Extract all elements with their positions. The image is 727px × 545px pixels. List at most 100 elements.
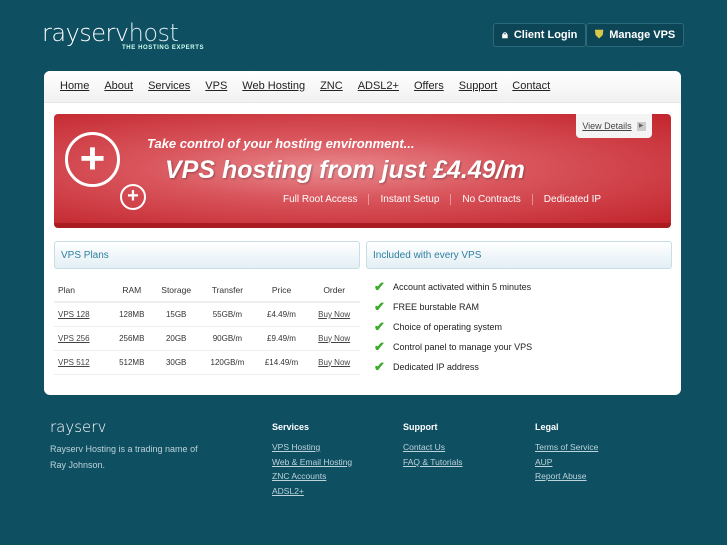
list-item-label: Dedicated IP address <box>393 362 479 372</box>
nav-adsl2-[interactable]: ADSL2+ <box>358 80 399 102</box>
logo-accent: host <box>128 19 179 47</box>
check-icon: ✔ <box>374 359 385 374</box>
plan-link[interactable]: VPS 512 <box>58 358 90 367</box>
footer-support: Support Contact Us FAQ & Tutorials <box>403 422 463 469</box>
plan-link[interactable]: VPS 256 <box>58 334 90 343</box>
footer-link[interactable]: FAQ & Tutorials <box>403 455 463 470</box>
footer-heading: Legal <box>535 422 559 432</box>
footer-description: Rayserv Hosting is a trading name of Ray… <box>50 444 198 470</box>
logo[interactable]: rayservhost THE HOSTING EXPERTS <box>42 19 203 51</box>
nav-vps[interactable]: VPS <box>205 80 227 102</box>
list-item-label: FREE burstable RAM <box>393 302 480 312</box>
list-item: ✔ Account activated within 5 minutes <box>374 277 532 297</box>
column-header: Order <box>308 278 360 303</box>
footer-services: Services VPS Hosting Web & Email Hosting ZN… <box>272 422 352 498</box>
main-nav: Home About Services VPS Web Hosting ZNC ADSL2+… <box>44 71 681 103</box>
footer-link[interactable]: Contact Us <box>403 440 463 455</box>
table-cell: Buy Now <box>308 350 360 375</box>
shield-icon: ⛊ <box>595 28 604 41</box>
banner-features: Full Root Access Instant Setup No Contra… <box>272 194 612 205</box>
plans-table: Plan RAM Storage Transfer Price Order VPS 128 1… <box>54 278 360 375</box>
manage-vps-label: Manage VPS <box>609 29 676 41</box>
nav-services[interactable]: Services <box>148 80 190 102</box>
cell-value: 120GB/m <box>210 357 245 367</box>
cell-value: £9.49/m <box>267 333 296 343</box>
list-item: ✔ Choice of operating system <box>374 317 532 337</box>
client-login-label: Client Login <box>513 29 578 41</box>
buy-now-link[interactable]: Buy Now <box>318 310 350 319</box>
lock-icon: 🔒︎ <box>502 28 508 41</box>
footer-logo: rayserv <box>50 418 107 436</box>
table-row: VPS 256 256MB 20GB 90GB/m £9.49/m Buy Now <box>54 326 360 351</box>
footer-link[interactable]: AUP <box>535 455 598 470</box>
column-header: Storage <box>152 278 201 303</box>
cell-value: 15GB <box>165 309 187 319</box>
column-header: RAM <box>111 278 153 303</box>
banner-subtitle: Take control of your hosting environment… <box>147 136 415 151</box>
nav-web-hosting[interactable]: Web Hosting <box>242 80 305 102</box>
nav-znc[interactable]: ZNC <box>320 80 343 102</box>
nav-offers[interactable]: Offers <box>414 80 444 102</box>
main-panel: Home About Services VPS Web Hosting ZNC ADSL2+… <box>44 71 681 395</box>
footer-link[interactable]: ZNC Accounts <box>272 469 352 484</box>
view-details-link[interactable]: View Details <box>582 121 631 131</box>
cell-value: £4.49/m <box>267 309 296 319</box>
list-item-label: Account activated within 5 minutes <box>393 282 532 292</box>
nav-about[interactable]: About <box>104 80 133 102</box>
table-cell: 90GB/m <box>200 326 255 351</box>
cell-value: 512MB <box>119 357 145 367</box>
nav-support[interactable]: Support <box>459 80 498 102</box>
table-cell: 512MB <box>111 350 153 375</box>
footer-link[interactable]: Report Abuse <box>535 469 598 484</box>
included-list: ✔ Account activated within 5 minutes ✔ FREE… <box>374 277 532 377</box>
included-heading: Included with every VPS <box>366 241 672 269</box>
arrow-right-icon: ▶ <box>636 121 646 131</box>
cell-value: £14.49/m <box>264 357 299 367</box>
banner-headline: VPS hosting from just £4.49/m <box>165 156 525 184</box>
cell-value: 30GB <box>165 357 187 367</box>
table-cell: VPS 256 <box>54 326 112 351</box>
buy-now-link[interactable]: Buy Now <box>318 358 350 367</box>
table-cell: 15GB <box>152 302 201 327</box>
footer-link[interactable]: Web & Email Hosting <box>272 455 352 470</box>
footer-link[interactable]: ADSL2+ <box>272 484 352 499</box>
footer-link[interactable]: VPS Hosting <box>272 440 352 455</box>
table-cell: £4.49/m <box>254 302 309 327</box>
cell-value: 128MB <box>119 309 145 319</box>
cell-value: 90GB/m <box>212 333 243 343</box>
table-cell: £14.49/m <box>254 350 309 375</box>
footer-heading: Services <box>272 422 310 432</box>
list-item-label: Control panel to manage your VPS <box>393 342 533 352</box>
plan-link[interactable]: VPS 128 <box>58 310 90 319</box>
footer-heading: Support <box>403 422 438 432</box>
nav-home[interactable]: Home <box>60 80 89 102</box>
table-row: VPS 128 128MB 15GB 55GB/m £4.49/m Buy Now <box>54 302 360 327</box>
plus-icon: + <box>65 132 120 187</box>
buy-now-link[interactable]: Buy Now <box>318 334 350 343</box>
feature: Full Root Access <box>283 194 358 205</box>
client-login-button[interactable]: 🔒︎ Client Login <box>493 23 587 47</box>
list-item: ✔ Dedicated IP address <box>374 357 532 377</box>
column-header: Price <box>254 278 309 303</box>
view-details-button[interactable]: View Details ▶ <box>576 114 652 138</box>
table-cell: 256MB <box>111 326 153 351</box>
nav-contact[interactable]: Contact <box>512 80 550 102</box>
table-cell: VPS 128 <box>54 302 112 327</box>
table-cell: 128MB <box>111 302 153 327</box>
table-cell: Buy Now <box>308 302 360 327</box>
cell-value: 55GB/m <box>212 309 243 319</box>
feature: Instant Setup <box>368 194 450 205</box>
promo-banner: + + Take control of your hosting environ… <box>54 114 671 228</box>
manage-vps-button[interactable]: ⛊ Manage VPS <box>586 23 685 47</box>
check-icon: ✔ <box>374 319 385 334</box>
table-cell: Buy Now <box>308 326 360 351</box>
feature: No Contracts <box>450 194 531 205</box>
cell-value: 20GB <box>165 333 187 343</box>
list-item: ✔ FREE burstable RAM <box>374 297 532 317</box>
vps-plans-heading: VPS Plans <box>54 241 360 269</box>
footer-link[interactable]: Terms of Service <box>535 440 598 455</box>
feature: Dedicated IP <box>531 194 612 205</box>
table-cell: £9.49/m <box>254 326 309 351</box>
check-icon: ✔ <box>374 299 385 314</box>
cell-value: 256MB <box>119 333 145 343</box>
